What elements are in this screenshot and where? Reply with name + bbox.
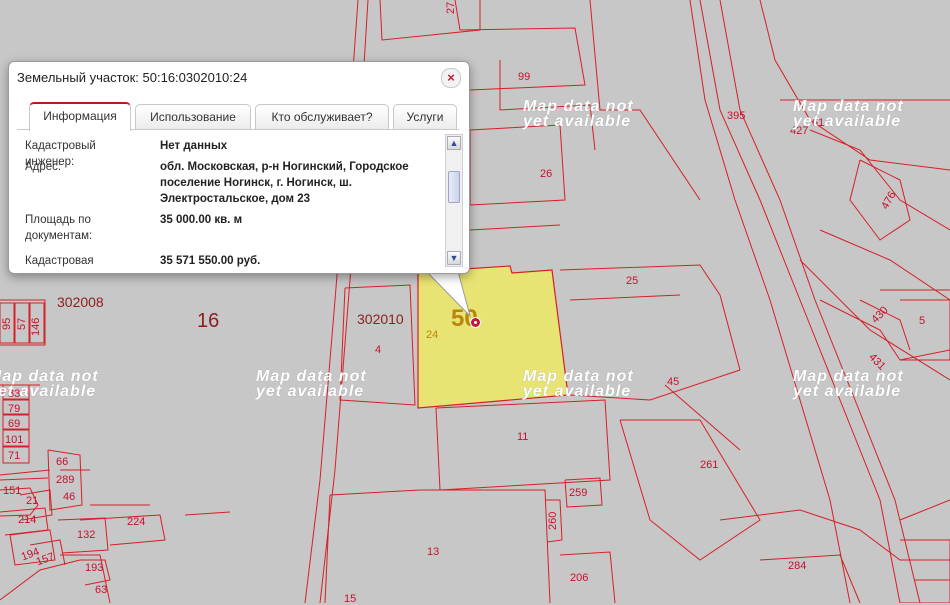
- parcel-label-25: 25: [626, 275, 639, 287]
- parcel-label-289: 289: [56, 474, 75, 486]
- row-label: Кадастровая: [25, 255, 94, 267]
- parcel-label-24: 24: [426, 329, 439, 341]
- parcel-label-11: 11: [517, 431, 529, 443]
- no-data-notice: Map data notyet available: [256, 368, 367, 400]
- parcel-label-26: 26: [540, 168, 553, 180]
- no-data-notice: Map data notyet available: [793, 368, 904, 400]
- parcel-label-95: 95: [1, 317, 13, 330]
- popup-scrollbar[interactable]: ▲ ▼: [445, 134, 463, 267]
- parcel-label-5: 5: [919, 315, 926, 327]
- parcel-label-66: 66: [56, 456, 69, 468]
- tab-services[interactable]: Услуги: [393, 104, 457, 129]
- scroll-down-icon[interactable]: ▼: [447, 251, 461, 265]
- parcel-label-146: 146: [30, 317, 42, 336]
- parcel-label-79: 79: [8, 403, 21, 415]
- location-marker-icon[interactable]: [470, 317, 481, 328]
- parcel-label-69: 69: [8, 418, 21, 430]
- scroll-thumb[interactable]: [448, 171, 460, 203]
- parcel-label-15: 15: [344, 593, 357, 605]
- row-value: Нет данных: [160, 140, 228, 152]
- parcel-label-260: 260: [547, 511, 559, 530]
- parcel-label-132: 132: [77, 529, 96, 541]
- parcel-label-214: 214: [18, 514, 37, 526]
- parcel-label-284: 284: [788, 560, 807, 572]
- quarter-label-302008: 302008: [57, 294, 104, 310]
- parcel-label-259: 259: [569, 487, 588, 499]
- tab-usage[interactable]: Использование: [135, 104, 251, 129]
- parcel-label-4: 4: [375, 344, 382, 356]
- tab-info[interactable]: Информация: [29, 102, 131, 131]
- parcel-label-101: 101: [5, 434, 24, 446]
- scroll-up-icon[interactable]: ▲: [447, 136, 461, 150]
- parcel-label-27: 27: [445, 1, 457, 14]
- row-value: обл. Московская, р-н Ногинский, Городско…: [160, 161, 409, 205]
- parcel-label-224: 224: [127, 516, 146, 528]
- parcel-label-151: 151: [3, 485, 22, 497]
- parcel-label-57: 57: [16, 317, 28, 330]
- parcel-label-193: 193: [85, 562, 104, 574]
- row-value: 35 571 550.00 руб.: [160, 255, 261, 267]
- quarter-label-302010: 302010: [357, 311, 404, 327]
- no-data-notice: Map data notyet available: [523, 368, 634, 400]
- parcel-label-261: 261: [700, 459, 719, 471]
- parcel-label-63: 63: [95, 584, 108, 596]
- block-label-16: 16: [197, 310, 220, 332]
- parcel-label-13: 13: [427, 546, 440, 558]
- parcel-label-71: 71: [8, 450, 21, 462]
- parcel-info-popup: Земельный участок: 50:16:0302010:24 × Ин…: [8, 61, 470, 274]
- row-label: Адрес:: [25, 161, 62, 173]
- popup-title: Земельный участок: 50:16:0302010:24: [17, 70, 248, 85]
- parcel-label-21: 21: [26, 495, 39, 507]
- row-label: Площадь по документам:: [25, 214, 93, 242]
- popup-content: Кадастровый инженер: Нет данных Адрес: о…: [17, 130, 457, 268]
- popup-tabs: Информация Использование Кто обслуживает…: [17, 102, 457, 131]
- close-icon[interactable]: ×: [441, 68, 461, 88]
- parcel-label-46: 46: [63, 491, 76, 503]
- parcel-label-395: 395: [727, 110, 746, 122]
- parcel-label-45: 45: [667, 376, 680, 388]
- no-data-notice: Map data notyet available: [0, 368, 99, 400]
- parcel-label-206: 206: [570, 572, 589, 584]
- parcel-label-99: 99: [518, 71, 531, 83]
- tab-who-serves[interactable]: Кто обслуживает?: [255, 104, 389, 129]
- no-data-notice: Map data notyet available: [793, 98, 904, 130]
- row-value: 35 000.00 кв. м: [160, 214, 243, 226]
- no-data-notice: Map data notyet available: [523, 98, 634, 130]
